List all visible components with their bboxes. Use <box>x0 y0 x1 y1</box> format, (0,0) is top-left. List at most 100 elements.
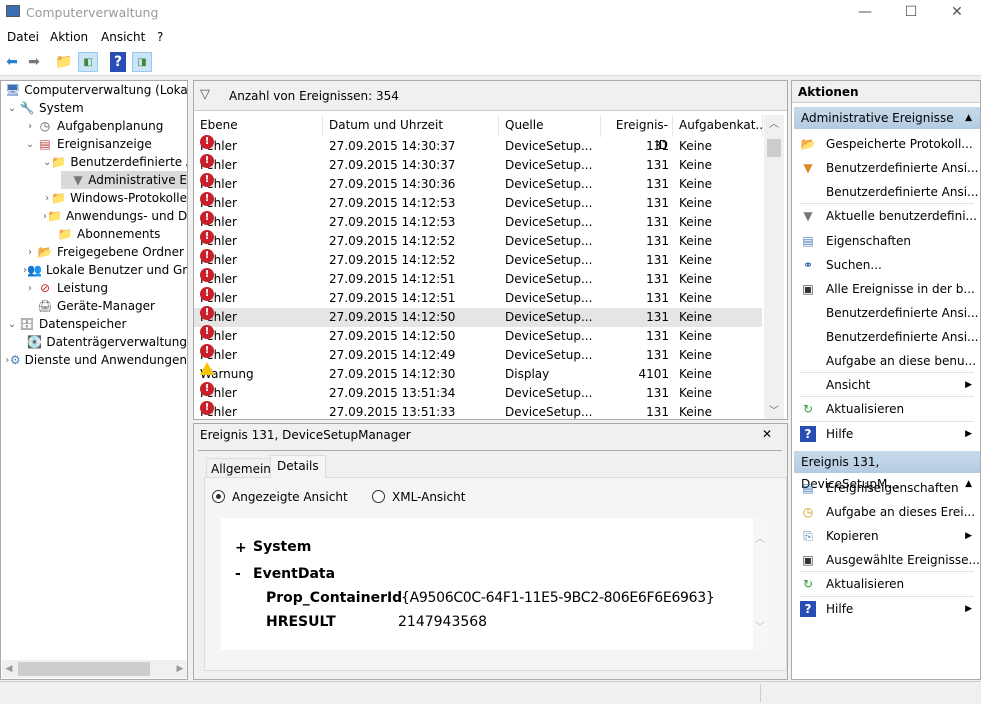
table-row[interactable]: ! Fehler 27.09.2015 14:12:52 DeviceSetup...… <box>194 249 762 270</box>
column-header-datum[interactable]: Datum und Uhrzeit <box>323 115 499 137</box>
collapse-icon[interactable]: ▲ <box>965 107 972 129</box>
help-icon[interactable]: ? <box>110 52 126 72</box>
forward-icon[interactable]: ➡ <box>24 52 44 72</box>
expand-system-toggle[interactable]: + <box>235 540 247 556</box>
tree-item[interactable]: ⌄ 🗄 Datenspeicher <box>5 315 187 333</box>
table-row[interactable]: ! Fehler 27.09.2015 14:12:52 DeviceSetup...… <box>194 230 762 251</box>
column-header-ereignis-id[interactable]: Ereignis-ID <box>601 115 673 152</box>
action-item[interactable]: Ansicht ▶ <box>794 373 978 397</box>
table-row[interactable]: ! Fehler 27.09.2015 14:30:37 DeviceSetup...… <box>194 135 762 156</box>
action-item[interactable]: ▤ Eigenschaften <box>794 229 978 253</box>
event-id-cell: 4101 <box>638 367 669 381</box>
status-bar <box>0 681 981 704</box>
expand-chevron-icon[interactable]: › <box>23 247 37 258</box>
table-row[interactable]: ! Fehler 27.09.2015 14:12:49 DeviceSetup...… <box>194 344 762 365</box>
tree-item[interactable]: › ⊘ Leistung <box>23 279 187 297</box>
tree-item[interactable]: › ⚙ Dienste und Anwendungen <box>5 351 187 369</box>
date-cell: 27.09.2015 14:12:51 <box>329 291 456 305</box>
tree-item[interactable]: ⌄ ▤ Ereignisanzeige <box>23 135 187 153</box>
action-item[interactable]: ⚭ Suchen... <box>794 253 978 277</box>
tab-details[interactable]: Details <box>270 455 326 478</box>
table-row[interactable]: ! Fehler 27.09.2015 14:12:51 DeviceSetup...… <box>194 268 762 289</box>
submenu-arrow-icon: ▶ <box>965 379 972 390</box>
expand-chevron-icon[interactable]: › <box>23 121 37 132</box>
action-item[interactable]: ? Hilfe ▶ <box>794 422 978 446</box>
action-item[interactable]: ◷ Aufgabe an dieses Erei... <box>794 500 978 524</box>
tree-item[interactable]: ⌄ 🔧 System <box>5 99 187 117</box>
tree-item[interactable]: › 📁 Windows-Protokolle <box>43 189 187 207</box>
tab-allgemein[interactable]: Allgemein <box>206 458 276 479</box>
tree-item[interactable]: › 📂 Freigegebene Ordner <box>23 243 187 261</box>
table-row[interactable]: ! Fehler 27.09.2015 13:51:33 DeviceSetup...… <box>194 401 762 422</box>
menu-aktion[interactable]: Aktion <box>50 30 88 44</box>
tree-item[interactable]: 💽 Datenträgerverwaltung <box>23 333 187 351</box>
action-item[interactable]: ▣ Alle Ereignisse in der b... <box>794 277 978 301</box>
action-item[interactable]: ▼ Benutzerdefinierte Ansi... <box>794 156 978 180</box>
table-row[interactable]: ! Fehler 27.09.2015 14:30:37 DeviceSetup...… <box>194 154 762 175</box>
column-header-aufgabenkategorie[interactable]: Aufgabenkat... <box>673 115 767 137</box>
table-row[interactable]: ! Fehler 27.09.2015 14:12:51 DeviceSetup...… <box>194 287 762 308</box>
action-item[interactable]: ? Hilfe ▶ <box>794 597 978 621</box>
horizontal-scrollbar[interactable]: ◀ ▶ <box>2 660 187 678</box>
table-row[interactable]: ! Fehler 27.09.2015 13:51:34 DeviceSetup...… <box>194 382 762 403</box>
action-item[interactable]: Benutzerdefinierte Ansi... <box>794 180 979 204</box>
action-item[interactable]: Aufgabe an diese benu... <box>794 349 978 373</box>
table-row[interactable]: ! Fehler 27.09.2015 14:12:53 DeviceSetup...… <box>194 211 762 232</box>
scrollbar-thumb[interactable] <box>767 139 781 157</box>
detail-scrollbar[interactable]: ︿ ﹀ <box>753 518 769 650</box>
tree-item[interactable]: › 👥 Lokale Benutzer und Gru <box>23 261 187 279</box>
action-item[interactable]: ↻ Aktualisieren <box>794 397 978 421</box>
table-row[interactable]: ! Fehler 27.09.2015 14:12:50 DeviceSetup...… <box>194 325 762 346</box>
vertical-scrollbar[interactable]: ︿ ﹀ <box>764 115 784 419</box>
scrollbar-thumb[interactable] <box>18 662 150 676</box>
collapse-chevron-icon[interactable]: ⌄ <box>5 319 19 330</box>
column-header-ebene[interactable]: Ebene <box>194 115 323 137</box>
tree-item[interactable]: 🖨 Geräte-Manager <box>23 297 187 315</box>
maximize-button[interactable]: ☐ <box>888 2 934 24</box>
radio-friendly-view[interactable] <box>212 490 225 503</box>
actions-section-header[interactable]: Administrative Ereignisse ▲ <box>794 107 980 129</box>
collapse-chevron-icon[interactable]: ⌄ <box>5 103 19 114</box>
collapse-eventdata-toggle[interactable]: - <box>235 566 241 582</box>
action-item[interactable]: ▼ Aktuelle benutzerdefini... <box>794 204 978 228</box>
tree-item[interactable]: › 📁 Anwendungs- und D <box>43 207 187 225</box>
close-button[interactable]: ✕ <box>934 2 980 24</box>
radio-xml-label[interactable]: XML-Ansicht <box>392 490 465 504</box>
tree-item[interactable]: › ◷ Aufgabenplanung <box>23 117 187 135</box>
actions-section-header[interactable]: Ereignis 131, DeviceSetupM... ▲ <box>794 451 980 491</box>
menu-ansicht[interactable]: Ansicht <box>101 30 145 44</box>
collapse-chevron-icon[interactable]: ⌄ <box>43 157 51 168</box>
collapse-chevron-icon[interactable]: ⌄ <box>23 139 37 150</box>
radio-friendly-label[interactable]: Angezeigte Ansicht <box>232 490 348 504</box>
column-header-quelle[interactable]: Quelle <box>499 115 601 137</box>
close-detail-icon[interactable]: ✕ <box>762 427 772 441</box>
expand-chevron-icon[interactable]: › <box>43 193 51 204</box>
table-row[interactable]: Warnung 27.09.2015 14:12:30 Display Keine 41… <box>194 362 762 384</box>
tree-item[interactable]: 🖥 Computerverwaltung (Lokal) <box>5 81 187 99</box>
radio-xml-view[interactable] <box>372 490 385 503</box>
table-row[interactable]: ! Fehler 27.09.2015 14:12:50 DeviceSetup...… <box>194 306 762 327</box>
properties-icon: ▤ <box>802 233 814 248</box>
action-item[interactable]: Benutzerdefinierte Ansi... <box>794 301 979 325</box>
expand-chevron-icon[interactable]: › <box>23 283 37 294</box>
minimize-button[interactable]: — <box>842 2 888 24</box>
action-item[interactable]: ↻ Aktualisieren <box>794 572 978 596</box>
back-icon[interactable]: ⬅ <box>2 52 22 72</box>
tree-item[interactable]: ⌄ 📁 Benutzerdefinierte A <box>43 153 187 171</box>
save-icon: ▣ <box>802 553 814 567</box>
action-item[interactable]: 📂 Gespeicherte Protokoll... <box>794 132 978 156</box>
menu-help[interactable]: ? <box>157 30 163 44</box>
action-item[interactable]: ▤ Ereigniseigenschaften <box>794 476 978 500</box>
show-hide-action-pane-icon[interactable]: ◨ <box>132 52 152 72</box>
action-item[interactable]: Benutzerdefinierte Ansi... <box>794 325 979 349</box>
table-row[interactable]: ! Fehler 27.09.2015 14:30:36 DeviceSetup...… <box>194 173 762 194</box>
tree-item-label: Computerverwaltung (Lokal) <box>24 83 188 97</box>
menu-datei[interactable]: Datei <box>7 30 39 44</box>
tree-item[interactable]: ▼ Administrative E <box>61 171 187 189</box>
table-row[interactable]: ! Fehler 27.09.2015 14:12:53 DeviceSetup...… <box>194 192 762 213</box>
up-folder-icon[interactable]: 📁 <box>54 52 74 72</box>
action-item[interactable]: ⎘ Kopieren ▶ <box>794 524 978 548</box>
show-hide-tree-icon[interactable]: ◧ <box>78 52 98 72</box>
action-item[interactable]: ▣ Ausgewählte Ereignisse... <box>794 548 980 572</box>
tree-item[interactable]: 📁 Abonnements <box>43 225 187 243</box>
